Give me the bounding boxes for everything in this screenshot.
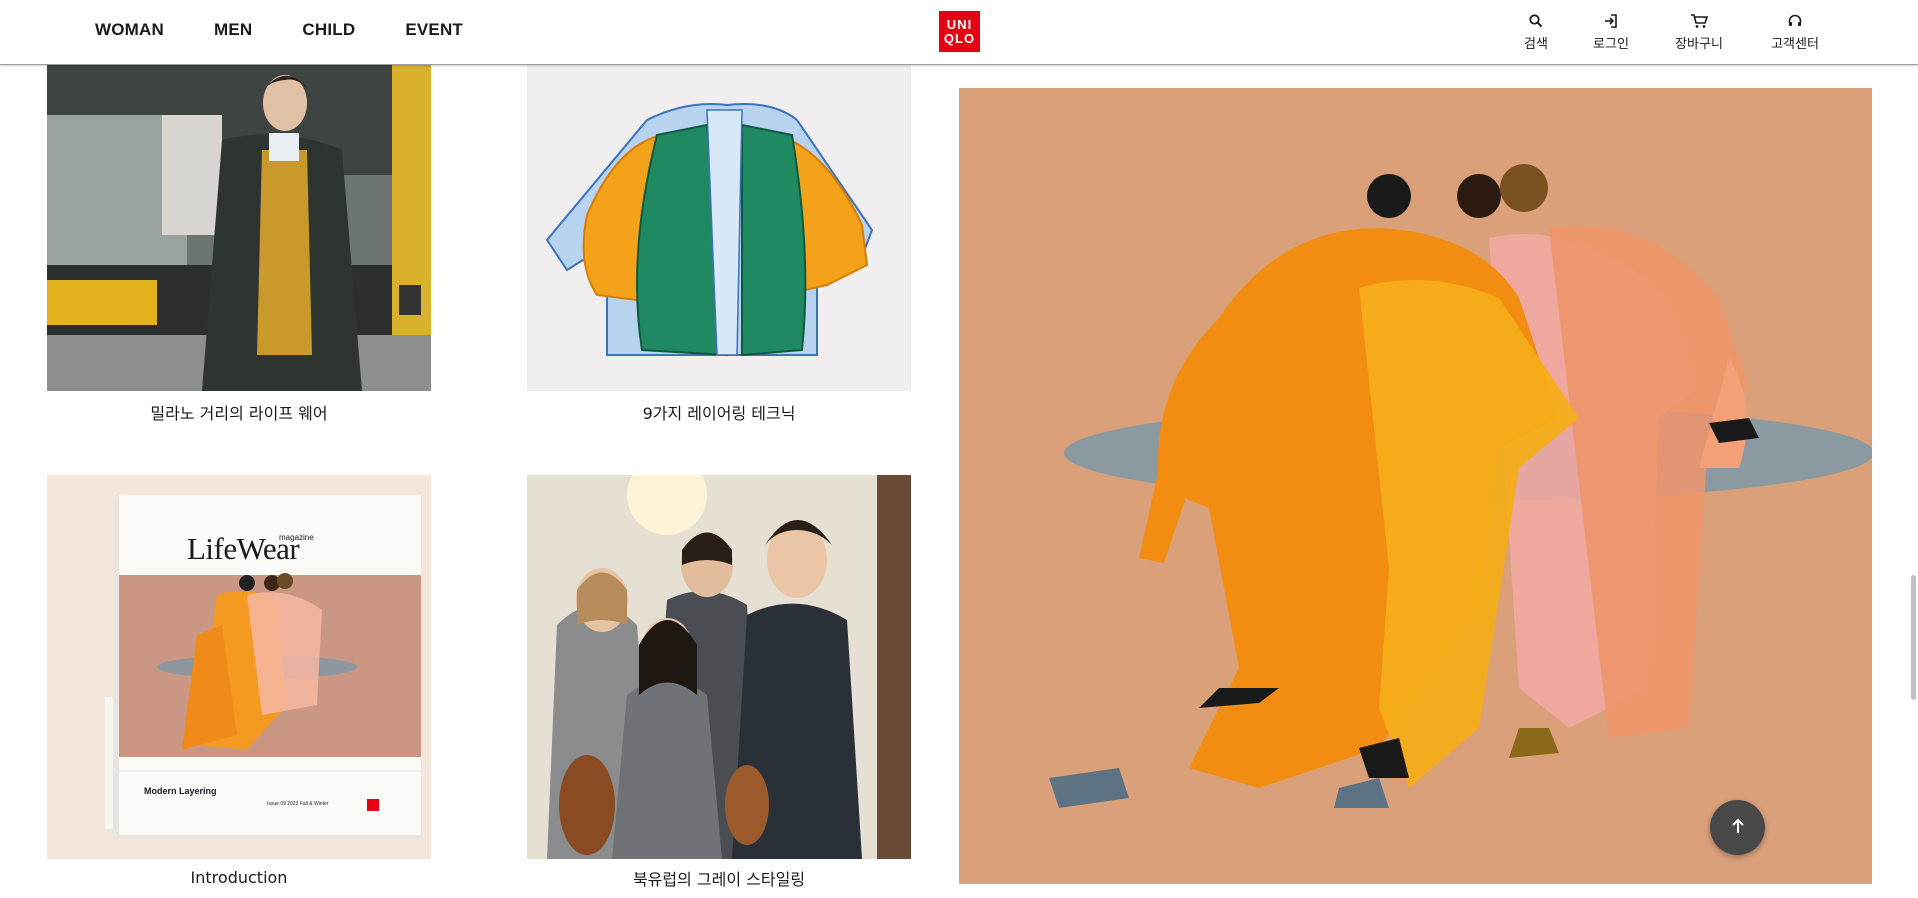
four-figures-illustration: [959, 88, 1872, 884]
support-label: 고객센터: [1771, 37, 1819, 52]
milan-photo[interactable]: [47, 55, 431, 391]
grey-styling-caption[interactable]: 북유럽의 그레이 스타일링: [527, 866, 911, 890]
site-header: WOMAN MEN CHILD EVENT UNI QLO 검색 로그인 장바구…: [0, 0, 1918, 65]
street-man-illustration: [47, 55, 431, 391]
scroll-top-button[interactable]: [1710, 800, 1765, 855]
musicians-photo[interactable]: [527, 475, 911, 859]
milan-caption[interactable]: 밀라노 거리의 라이프 웨어: [47, 400, 431, 424]
magazine-word: magazine: [279, 533, 314, 542]
headset-icon: [1787, 10, 1803, 32]
layering-illustration[interactable]: [527, 55, 911, 391]
arrow-up-icon: [1730, 817, 1746, 839]
page-scrollbar[interactable]: [1911, 575, 1916, 700]
magazine-issue: Issue 09 2023 Fall & Winter: [267, 801, 329, 807]
search-icon: [1528, 10, 1544, 32]
login-label: 로그인: [1593, 37, 1629, 52]
utility-menu: 검색 로그인 장바구니 고객센터: [0, 10, 1918, 60]
search-button[interactable]: 검색: [1496, 10, 1576, 52]
search-label: 검색: [1524, 37, 1548, 52]
magazine-title: Modern Layering: [144, 786, 217, 796]
hero-illustration[interactable]: [959, 88, 1872, 884]
support-button[interactable]: 고객센터: [1755, 10, 1835, 52]
introduction-caption[interactable]: Introduction: [47, 868, 431, 887]
layering-caption[interactable]: 9가지 레이어링 테크닉: [527, 400, 911, 424]
login-icon: [1603, 10, 1619, 32]
magazine-cover-photo[interactable]: LifeWear magazine Modern Layering Issue …: [47, 475, 431, 859]
jacket-vest-illustration: [545, 103, 874, 357]
login-button[interactable]: 로그인: [1571, 10, 1651, 52]
cart-icon: [1690, 10, 1708, 32]
cart-label: 장바구니: [1675, 37, 1723, 52]
musicians-illustration: [527, 475, 911, 859]
cart-button[interactable]: 장바구니: [1659, 10, 1739, 52]
